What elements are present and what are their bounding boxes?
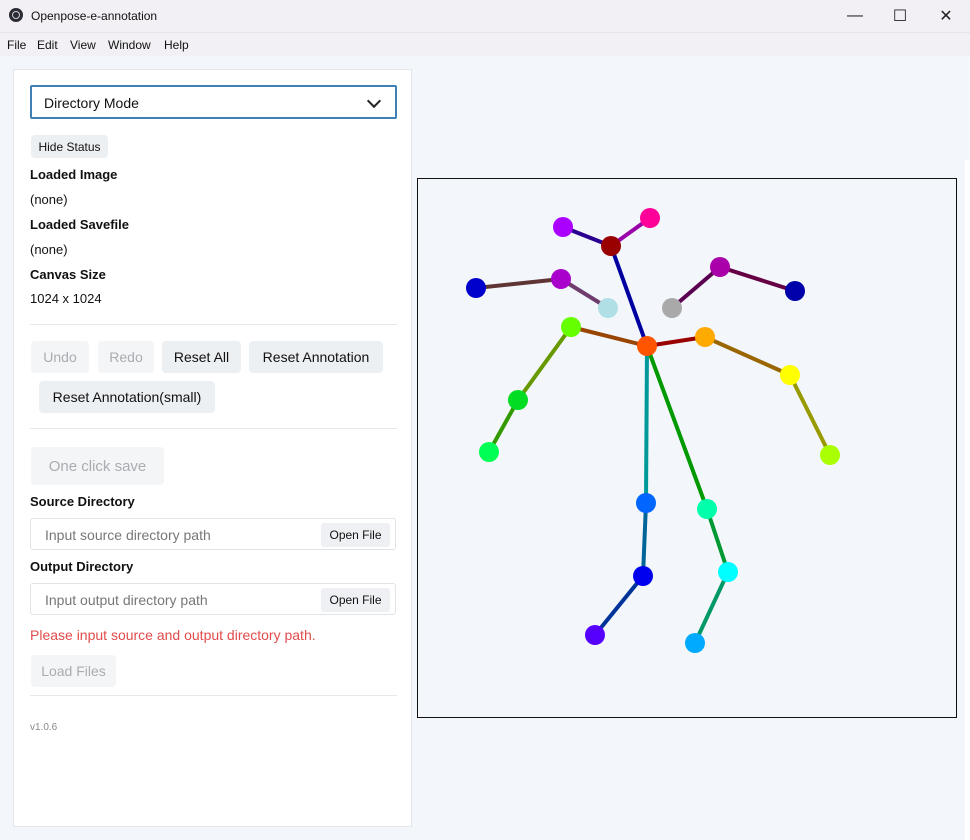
mode-select[interactable]: Directory Mode [30, 85, 397, 119]
reset-annotation-label: Reset Annotation [262, 349, 370, 365]
canvas-size-value: 1024 x 1024 [30, 291, 102, 306]
joint[interactable] [551, 269, 571, 289]
limb [570, 325, 648, 348]
joint[interactable] [585, 625, 605, 645]
source-directory-field: Open File [30, 518, 396, 550]
limb [693, 571, 730, 644]
error-message: Please input source and output directory… [30, 627, 316, 643]
menu-edit[interactable]: Edit [37, 38, 58, 52]
pose-canvas[interactable] [417, 178, 957, 718]
undo-label: Undo [43, 349, 77, 365]
pose-skeleton[interactable] [418, 179, 956, 717]
limb [704, 335, 791, 377]
undo-button[interactable]: Undo [31, 341, 89, 373]
joint[interactable] [662, 298, 682, 318]
mode-select-value: Directory Mode [44, 95, 139, 111]
scrollbar-track[interactable] [965, 160, 970, 840]
minimize-button[interactable]: — [832, 0, 878, 32]
joint[interactable] [633, 566, 653, 586]
joint[interactable] [598, 298, 618, 318]
close-icon: ✕ [939, 8, 953, 25]
version-label: v1.0.6 [30, 722, 58, 733]
limb [644, 345, 649, 504]
output-directory-label: Output Directory [30, 559, 134, 574]
reset-all-label: Reset All [173, 349, 230, 365]
maximize-button[interactable]: ☐ [877, 0, 923, 32]
limb [641, 502, 648, 577]
redo-label: Redo [109, 349, 143, 365]
reset-annotation-small-label: Reset Annotation(small) [52, 389, 202, 405]
load-files-button[interactable]: Load Files [31, 655, 116, 687]
menu-view[interactable]: View [70, 38, 96, 52]
joint[interactable] [561, 317, 581, 337]
limb [719, 265, 796, 293]
load-files-label: Load Files [41, 663, 106, 679]
close-button[interactable]: ✕ [923, 0, 969, 32]
joint[interactable] [785, 281, 805, 301]
menu-help[interactable]: Help [164, 38, 189, 52]
output-directory-field: Open File [30, 583, 396, 615]
window-title: Openpose-e-annotation [31, 9, 158, 23]
canvas-size-label: Canvas Size [30, 267, 106, 282]
maximize-icon: ☐ [892, 8, 908, 25]
source-directory-label: Source Directory [30, 494, 135, 509]
joint[interactable] [780, 365, 800, 385]
source-directory-input[interactable] [43, 526, 317, 544]
output-directory-input[interactable] [43, 591, 317, 609]
loaded-savefile-value: (none) [30, 242, 68, 257]
source-open-file-button[interactable]: Open File [321, 523, 390, 547]
control-panel: Directory Mode Hide Status Loaded Image … [13, 69, 412, 827]
limb [788, 374, 832, 456]
output-open-file-button[interactable]: Open File [321, 588, 390, 612]
joint[interactable] [695, 327, 715, 347]
joint[interactable] [466, 278, 486, 298]
reset-all-button[interactable]: Reset All [162, 341, 241, 373]
hide-status-label: Hide Status [38, 139, 101, 154]
joint[interactable] [685, 633, 705, 653]
loaded-image-value: (none) [30, 192, 68, 207]
divider [30, 324, 397, 325]
limb [593, 574, 645, 637]
divider [30, 695, 397, 696]
reset-annotation-small-button[interactable]: Reset Annotation(small) [39, 381, 215, 413]
reset-annotation-button[interactable]: Reset Annotation [249, 341, 383, 373]
menu-file[interactable]: File [7, 38, 26, 52]
minimize-icon: — [847, 7, 863, 24]
limb [609, 245, 649, 347]
limb [475, 277, 562, 290]
loaded-image-label: Loaded Image [30, 167, 118, 182]
chevron-down-icon [366, 93, 382, 109]
joint[interactable] [710, 257, 730, 277]
joint-head[interactable] [601, 236, 621, 256]
joint-neck[interactable] [637, 336, 657, 356]
joint[interactable] [718, 562, 738, 582]
open-file-label: Open File [329, 593, 382, 607]
joint[interactable] [479, 442, 499, 462]
joint[interactable] [553, 217, 573, 237]
redo-button[interactable]: Redo [98, 341, 154, 373]
loaded-savefile-label: Loaded Savefile [30, 217, 129, 232]
menu-window[interactable]: Window [108, 38, 151, 52]
one-click-save-button[interactable]: One click save [31, 447, 164, 485]
limb [645, 345, 709, 510]
joint[interactable] [508, 390, 528, 410]
joint[interactable] [636, 493, 656, 513]
open-file-label: Open File [329, 528, 382, 542]
divider [30, 428, 397, 429]
one-click-save-label: One click save [48, 457, 147, 475]
menu-bar: File Edit View Window Help [0, 33, 970, 56]
joint[interactable] [697, 499, 717, 519]
hide-status-button[interactable]: Hide Status [31, 135, 108, 158]
title-bar: Openpose-e-annotation — ☐ ✕ [0, 0, 970, 33]
limb [516, 325, 573, 402]
joint[interactable] [640, 208, 660, 228]
app-logo-icon [9, 8, 23, 22]
joint[interactable] [820, 445, 840, 465]
